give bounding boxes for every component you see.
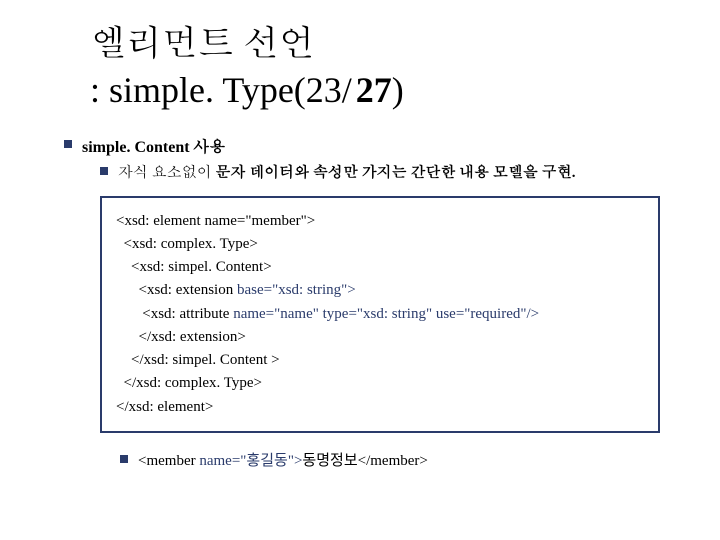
code-line: <xsd: attribute name="name" type="xsd: s… — [116, 303, 644, 326]
square-bullet-icon — [64, 140, 72, 148]
example-text: <member name="홍길동">동명정보</member> — [138, 449, 428, 470]
code-line: </xsd: simpel. Content > — [116, 349, 644, 372]
slide-title: 엘리먼트 선언 : simple. Type(23/27) — [60, 20, 680, 114]
bullet-level1: simple. Content 사용 — [64, 134, 680, 157]
code-line: <xsd: complex. Type> — [116, 233, 644, 256]
bullet-level2: 자식 요소없이 문자 데이터와 속성만 가지는 간단한 내용 모델을 구현. — [100, 161, 680, 182]
bullet1-text: simple. Content 사용 — [82, 134, 226, 157]
code-line: <xsd: extension base="xsd: string"> — [116, 279, 644, 302]
code-line: </xsd: complex. Type> — [116, 372, 644, 395]
code-line: </xsd: element> — [116, 396, 644, 419]
code-line: </xsd: extension> — [116, 326, 644, 349]
bullet2-text: 자식 요소없이 문자 데이터와 속성만 가지는 간단한 내용 모델을 구현. — [118, 161, 576, 182]
code-line: <xsd: simpel. Content> — [116, 256, 644, 279]
title-line2: : simple. Type(23/27) — [90, 67, 680, 114]
title-line1: 엘리먼트 선언 — [90, 20, 680, 67]
example-bullet: <member name="홍길동">동명정보</member> — [120, 449, 680, 470]
square-bullet-icon — [120, 455, 128, 463]
code-line: <xsd: element name="member"> — [116, 210, 644, 233]
square-bullet-icon — [100, 167, 108, 175]
code-block: <xsd: element name="member"> <xsd: compl… — [100, 196, 660, 433]
